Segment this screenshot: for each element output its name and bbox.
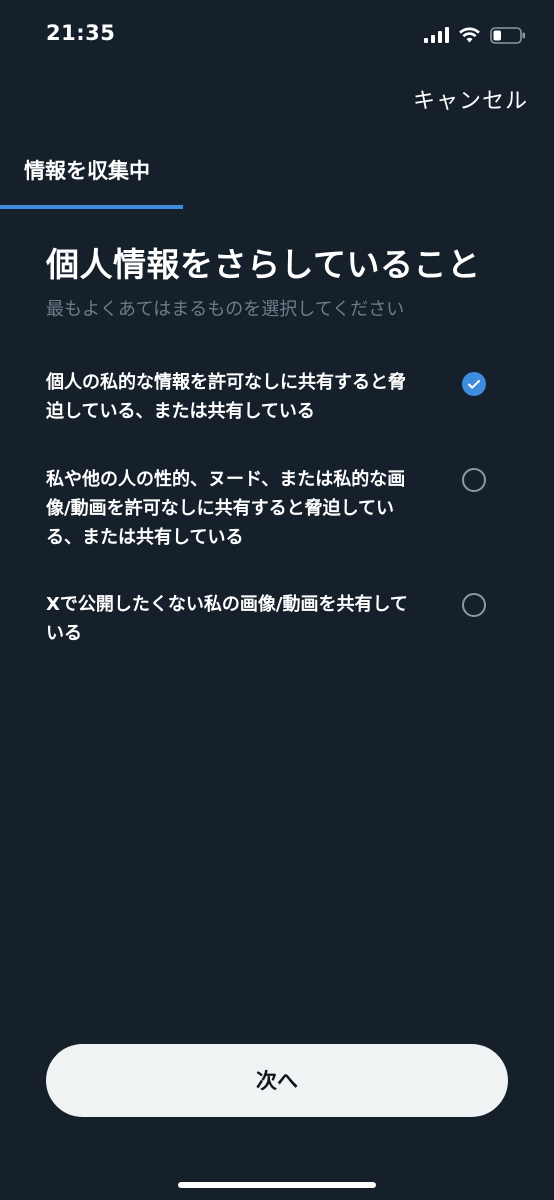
option-item-intimate-media[interactable]: 私や他の人の性的、ヌード、または私的な画像/動画を許可なしに共有すると脅迫してい… <box>46 465 508 552</box>
option-item-unwanted-media[interactable]: Xで公開したくない私の画像/動画を共有している <box>46 590 508 648</box>
radio-button[interactable] <box>462 468 486 492</box>
wifi-icon <box>459 27 480 42</box>
cellular-signal-icon <box>424 27 449 43</box>
page-subtitle: 最もよくあてはまるものを選択してください <box>46 299 405 320</box>
option-item-private-info[interactable]: 個人の私的な情報を許可なしに共有すると脅迫している、または共有している <box>46 368 508 426</box>
home-indicator <box>178 1182 376 1188</box>
battery-icon <box>490 26 525 44</box>
radio-button[interactable] <box>462 372 486 396</box>
option-label: Xで公開したくない私の画像/動画を共有している <box>46 594 408 644</box>
cancel-button[interactable]: キャンセル <box>413 83 528 115</box>
progress-bar-fill <box>0 205 183 209</box>
page-title: 個人情報をさらしていること <box>46 245 481 284</box>
status-time: 21:35 <box>46 21 116 45</box>
status-bar: 21:35 <box>0 0 554 70</box>
status-icons <box>424 24 526 46</box>
progress-title: 情報を収集中 <box>24 159 150 183</box>
option-label: 個人の私的な情報を許可なしに共有すると脅迫している、または共有している <box>46 372 406 422</box>
option-label: 私や他の人の性的、ヌード、または私的な画像/動画を許可なしに共有すると脅迫してい… <box>46 469 406 548</box>
radio-button[interactable] <box>462 593 486 617</box>
checkmark-icon <box>468 380 480 389</box>
next-button[interactable]: 次へ <box>46 1044 508 1117</box>
